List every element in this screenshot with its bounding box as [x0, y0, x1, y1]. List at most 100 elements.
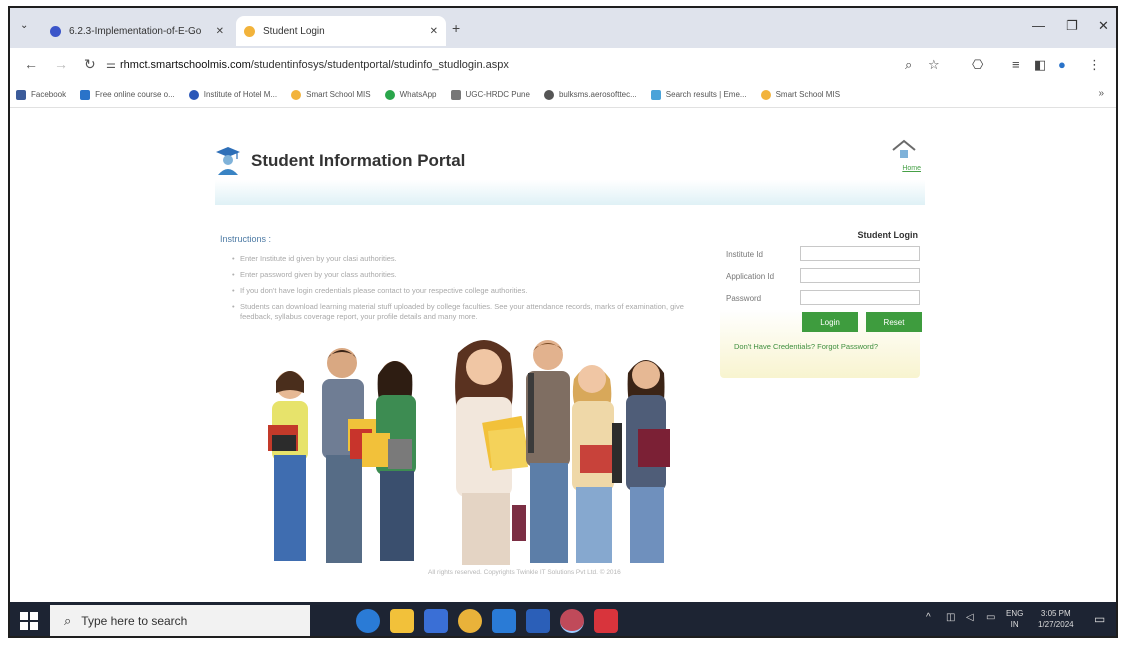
tab-title: Student Login [263, 25, 325, 37]
student-figure [455, 340, 530, 565]
student-figure [362, 361, 416, 561]
notification-icon[interactable]: ▭ [1094, 612, 1105, 626]
bookmark-search-results[interactable]: Search results | Eme... [650, 89, 747, 100]
search-icon: ⌕ [64, 613, 72, 628]
application-id-input[interactable] [800, 268, 920, 283]
home-icon[interactable] [891, 139, 917, 159]
bookmark-label: WhatsApp [399, 90, 437, 99]
tray-chevron-icon[interactable]: ^ [926, 612, 931, 623]
tray-clock[interactable]: 3:05 PM 1/27/2024 [1038, 608, 1074, 630]
institute-id-input[interactable] [800, 246, 920, 261]
bookmark-favicon-icon [543, 89, 554, 100]
close-window-icon[interactable]: ✕ [1098, 18, 1109, 34]
bookmark-favicon-icon [384, 89, 395, 100]
store-app-icon[interactable] [424, 609, 448, 633]
bookmark-favicon-icon [80, 89, 91, 100]
student-figure [526, 340, 570, 563]
bookmark-ugc-hrdc[interactable]: UGC-HRDC Pune [450, 89, 530, 100]
instructions-list: Enter Institute id given by your clasi a… [232, 254, 687, 328]
tab-implementation[interactable]: 6.2.3-Implementation-of-E-Go ✕ [42, 16, 232, 46]
bookmark-whatsapp[interactable]: WhatsApp [384, 89, 437, 100]
edge-app-icon[interactable] [356, 609, 380, 633]
bookmark-institute-hotel[interactable]: Institute of Hotel M... [188, 89, 278, 100]
acrobat-app-icon[interactable] [594, 609, 618, 633]
login-heading: Student Login [857, 230, 919, 240]
tray-display-icon[interactable]: ▭ [986, 612, 995, 623]
tab-favicon-icon [244, 25, 255, 37]
bookmark-label: UGC-HRDC Pune [465, 90, 530, 99]
browser-tab-strip: ⌄ 6.2.3-Implementation-of-E-Go ✕ Student… [10, 8, 1116, 48]
tray-date: 1/27/2024 [1038, 620, 1074, 629]
word-app-icon[interactable] [526, 609, 550, 633]
tray-lang-top: ENG [1006, 609, 1024, 618]
instructions-title: Instructions : [220, 234, 272, 244]
tab-student-login[interactable]: Student Login ✕ [236, 16, 446, 46]
bookmark-favicon-icon [16, 89, 26, 100]
password-input[interactable] [800, 290, 920, 305]
bookmark-smart-school-2[interactable]: Smart School MIS [760, 89, 840, 100]
back-icon[interactable]: ← [24, 56, 38, 72]
restore-icon[interactable]: ❐ [1066, 18, 1078, 34]
instruction-item: Enter Institute id given by your clasi a… [232, 254, 687, 264]
tab-close-icon[interactable]: ✕ [430, 26, 438, 37]
bookmark-star-icon[interactable]: ☆ [928, 57, 940, 73]
bookmark-favicon-icon [291, 89, 302, 100]
zoom-icon[interactable]: ⌕ [905, 57, 912, 73]
bookmarks-overflow-icon[interactable]: » [1098, 88, 1104, 99]
bookmark-label: Search results | Eme... [665, 90, 747, 99]
tab-search-chevron-icon[interactable]: ⌄ [20, 20, 28, 31]
url-field[interactable]: rhmct.smartschoolmis.com/studentinfosys/… [120, 59, 509, 71]
url-domain: rhmct.smartschoolmis.com [120, 59, 251, 71]
bookmark-label: Institute of Hotel M... [203, 90, 278, 99]
instruction-item: Enter password given by your class autho… [232, 270, 687, 280]
side-panel-icon[interactable]: ◧ [1034, 57, 1046, 73]
bookmark-label: bulksms.aerosofttec... [558, 90, 637, 99]
minimize-icon[interactable]: — [1032, 18, 1045, 33]
bookmarks-bar: Facebook Free online course o... Institu… [10, 82, 1116, 108]
bookmark-favicon-icon [760, 89, 771, 100]
taskbar-search-placeholder: Type here to search [81, 614, 188, 628]
login-button[interactable]: Login [802, 312, 858, 332]
bookmark-label: Smart School MIS [306, 90, 371, 99]
tab-title: 6.2.3-Implementation-of-E-Go [69, 25, 202, 37]
extensions-icon[interactable]: ⎔ [972, 57, 983, 73]
mail-app-icon[interactable] [492, 609, 516, 633]
students-illustration [268, 340, 670, 565]
password-label: Password [726, 294, 762, 303]
tab-close-icon[interactable]: ✕ [216, 26, 224, 37]
reset-button[interactable]: Reset [866, 312, 922, 332]
tray-volume-icon[interactable]: ◁ [966, 612, 974, 623]
bookmark-favicon-icon [450, 89, 461, 100]
site-info-icon[interactable]: ⚌ [106, 58, 116, 71]
forward-icon[interactable]: → [54, 56, 68, 72]
portal-title: Student Information Portal [251, 151, 466, 170]
student-figure [572, 365, 622, 563]
url-path: /studentinfosys/studentportal/studinfo_s… [250, 59, 509, 71]
taskbar-search-box[interactable]: ⌕ Type here to search [50, 605, 310, 636]
chrome-app-icon[interactable] [458, 609, 482, 633]
bookmark-facebook[interactable]: Facebook [16, 89, 66, 100]
new-tab-icon[interactable]: + [452, 20, 460, 36]
bookmark-free-online-course[interactable]: Free online course o... [80, 89, 175, 100]
home-link[interactable]: Home [902, 165, 921, 172]
bookmark-favicon-icon [650, 89, 661, 100]
tab-favicon-icon [50, 25, 61, 37]
menu-kebab-icon[interactable]: ⋮ [1088, 57, 1101, 73]
bookmark-label: Free online course o... [95, 90, 175, 99]
credentials-link[interactable]: Don't Have Credentials? Forgot Password? [734, 342, 878, 351]
profile-icon[interactable]: ● [1058, 57, 1066, 72]
tray-network-icon[interactable]: ◫ [946, 612, 955, 623]
chrome-active-icon[interactable] [560, 609, 584, 633]
file-explorer-icon[interactable] [390, 609, 414, 633]
tray-lang-bottom: IN [1010, 620, 1019, 629]
student-figure [626, 360, 670, 563]
page-content: Student Information Portal Home Instruct… [10, 108, 1116, 602]
bookmark-smart-school[interactable]: Smart School MIS [291, 89, 371, 100]
reload-icon[interactable]: ↻ [84, 56, 96, 73]
instruction-item: If you don't have login credentials plea… [232, 286, 687, 296]
bookmark-bulksms[interactable]: bulksms.aerosofttec... [543, 89, 637, 100]
windows-taskbar: ⌕ Type here to search ^ ◫ ◁ ▭ ENG IN 3:0… [10, 602, 1116, 636]
windows-start-icon[interactable] [20, 612, 38, 630]
tray-language[interactable]: ENG IN [1006, 608, 1023, 630]
reading-list-icon[interactable]: ≡ [1012, 57, 1020, 72]
